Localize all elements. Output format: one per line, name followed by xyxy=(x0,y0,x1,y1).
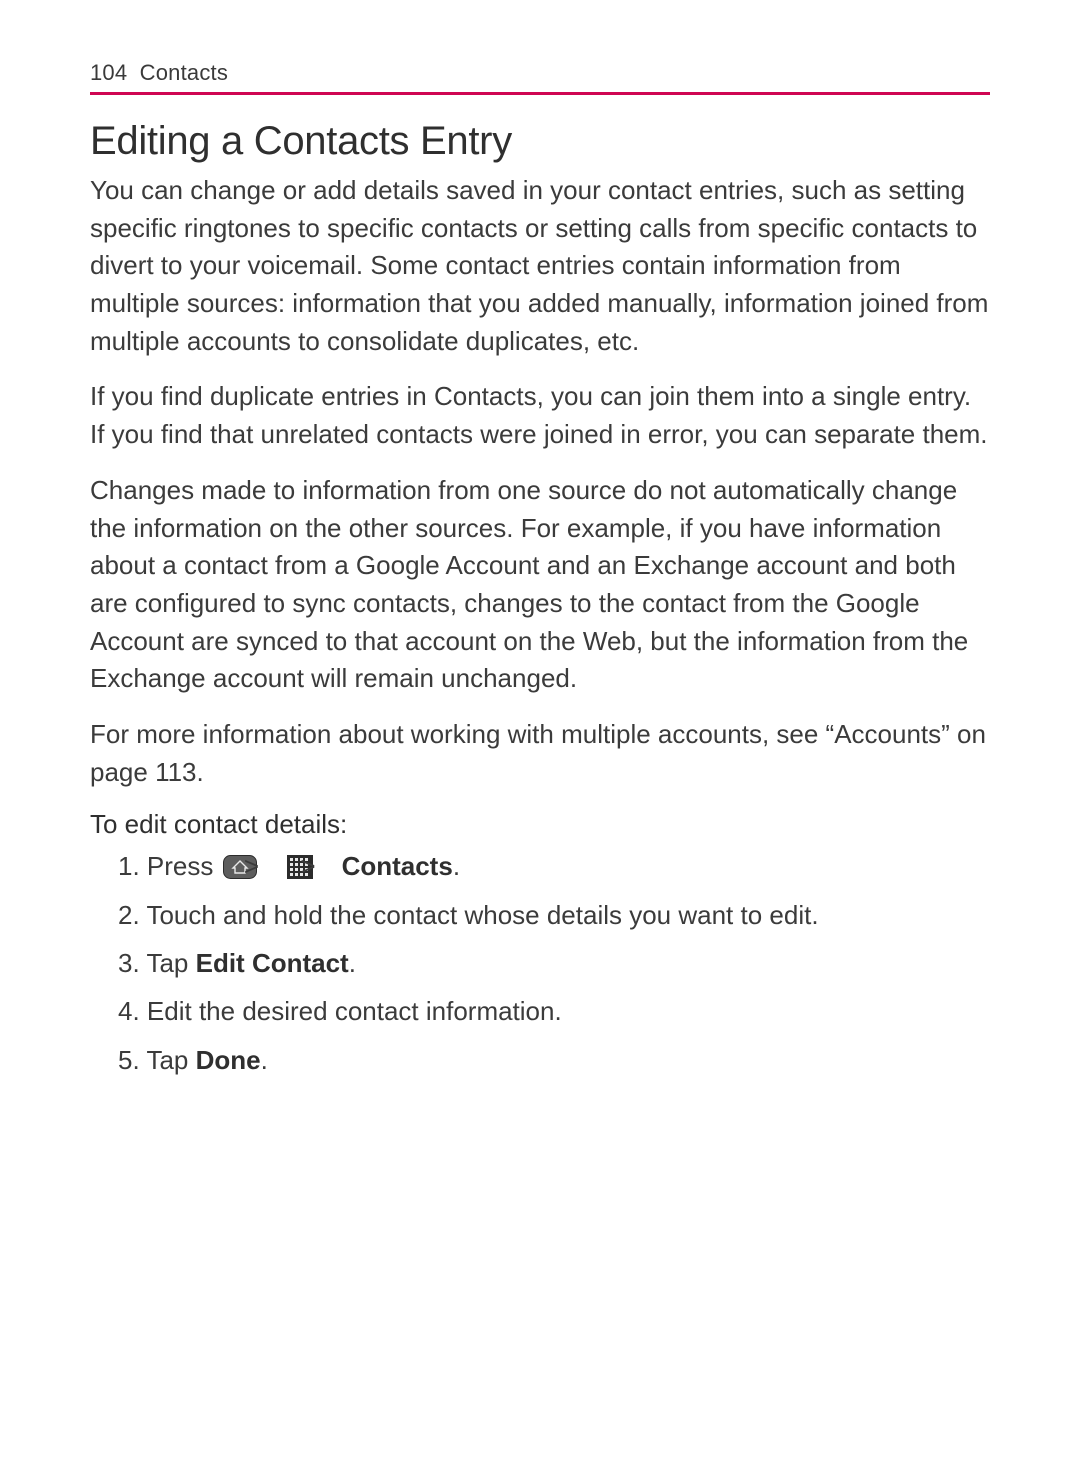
step-4: 4. Edit the desired contact information. xyxy=(118,993,990,1029)
step-number: 4. xyxy=(118,996,140,1026)
manual-page: 104 Contacts Editing a Contacts Entry Yo… xyxy=(0,0,1080,1150)
step-text: Tap xyxy=(146,948,195,978)
step-text: Edit the desired contact information. xyxy=(147,996,562,1026)
step-5: 5. Tap Done. xyxy=(118,1042,990,1078)
step-bold-label: Edit Contact xyxy=(196,948,349,978)
steps-subheading: To edit contact details: xyxy=(90,809,990,840)
step-punct: . xyxy=(349,948,356,978)
step-number: 3. xyxy=(118,948,140,978)
intro-paragraph-2: If you find duplicate entries in Contact… xyxy=(90,378,990,453)
step-text: Tap xyxy=(146,1045,195,1075)
intro-paragraph-1: You can change or add details saved in y… xyxy=(90,172,990,360)
steps-list: 1. Press > xyxy=(90,848,990,1078)
step-2: 2. Touch and hold the contact whose deta… xyxy=(118,897,990,933)
step-bold-label: Contacts xyxy=(342,851,453,881)
step-3: 3. Tap Edit Contact. xyxy=(118,945,990,981)
page-title: Editing a Contacts Entry xyxy=(90,119,990,164)
step-text: Touch and hold the contact whose details… xyxy=(146,900,818,930)
step-number: 2. xyxy=(118,900,140,930)
step-punct: . xyxy=(453,851,460,881)
page-number: 104 xyxy=(90,60,127,85)
step-1: 1. Press > xyxy=(118,848,990,884)
step-punct: . xyxy=(261,1045,268,1075)
step-text: Press xyxy=(147,851,213,881)
running-header: 104 Contacts xyxy=(90,60,990,95)
intro-paragraph-3: Changes made to information from one sou… xyxy=(90,472,990,698)
step-number: 1. xyxy=(118,851,140,881)
section-name: Contacts xyxy=(140,60,228,85)
step-number: 5. xyxy=(118,1045,140,1075)
intro-paragraph-4: For more information about working with … xyxy=(90,716,990,791)
step-bold-label: Done xyxy=(196,1045,261,1075)
